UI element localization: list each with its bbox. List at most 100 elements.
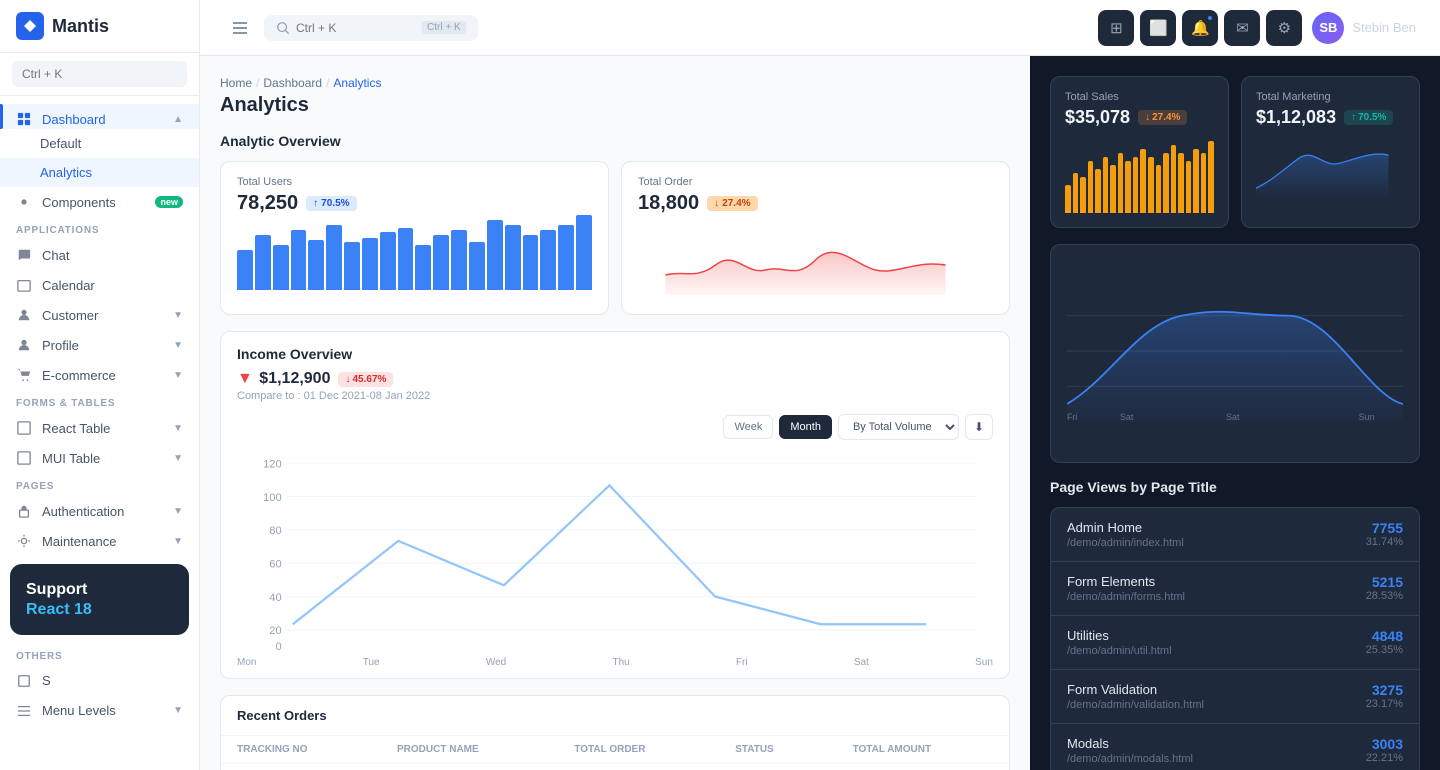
total-users-card: Total Users 78,250 ↑ 70.5% <box>220 161 609 315</box>
sidebar-item-maintenance[interactable]: Maintenance ▼ <box>0 526 199 556</box>
total-users-value: 78,250 ↑ 70.5% <box>237 192 592 215</box>
username: Stebin Ben <box>1352 20 1416 35</box>
bar <box>1065 185 1071 213</box>
download-btn[interactable]: ⬇ <box>965 414 993 440</box>
total-order-chart <box>638 215 993 295</box>
settings-icon-btn[interactable]: ⚙ <box>1266 10 1302 46</box>
table-row: #TN-001 Product A 120 Active $1,200 <box>221 764 1009 770</box>
sidebar-item-dashboard[interactable]: Dashboard ▲ <box>0 104 199 129</box>
bar <box>1088 161 1094 213</box>
mui-table-label: MUI Table <box>42 451 100 466</box>
sample-icon <box>16 673 32 689</box>
sidebar-nav: Dashboard ▲ Default Analytics Components… <box>0 96 199 770</box>
svg-text:20: 20 <box>269 625 281 637</box>
svg-text:80: 80 <box>269 525 281 537</box>
maintenance-chevron: ▼ <box>173 536 183 547</box>
search-input[interactable] <box>12 61 187 87</box>
bar <box>1080 177 1086 213</box>
col-tracking: TRACKING NO <box>221 736 381 764</box>
default-label: Default <box>40 136 81 151</box>
bar <box>433 235 449 290</box>
sidebar-item-sample[interactable]: S <box>0 666 199 696</box>
hamburger-button[interactable] <box>224 12 256 44</box>
sidebar-item-calendar[interactable]: Calendar <box>0 270 199 300</box>
sidebar-item-default[interactable]: Default <box>0 129 199 158</box>
bar <box>1110 165 1116 213</box>
pv-item-3: Form Validation /demo/admin/validation.h… <box>1051 670 1419 724</box>
income-compare: Compare to : 01 Dec 2021-08 Jan 2022 <box>237 390 993 402</box>
total-sales-badge: ↓ 27.4% <box>1138 110 1187 125</box>
bar <box>1125 161 1131 213</box>
total-sales-label: Total Sales <box>1065 91 1214 103</box>
sample-label: S <box>42 673 51 688</box>
user-menu[interactable]: SB Stebin Ben <box>1312 12 1416 44</box>
grid-icon-btn[interactable]: ⊞ <box>1098 10 1134 46</box>
svg-text:Sat: Sat <box>1120 412 1134 422</box>
sidebar-item-analytics[interactable]: Analytics <box>0 158 199 187</box>
bc-dashboard[interactable]: Dashboard <box>263 76 322 90</box>
sidebar-item-components[interactable]: Components new <box>0 187 199 217</box>
income-title: Income Overview <box>237 346 993 362</box>
bar <box>540 230 556 290</box>
sidebar-item-profile[interactable]: Profile ▼ <box>0 330 199 360</box>
sidebar-item-authentication[interactable]: Authentication ▼ <box>0 496 199 526</box>
components-icon <box>16 194 32 210</box>
bar <box>487 220 503 290</box>
recent-orders-title: Recent Orders <box>221 696 1009 736</box>
logo-icon <box>16 12 44 40</box>
recent-orders-card: Recent Orders TRACKING NO PRODUCT NAME T… <box>220 695 1010 770</box>
col-status: STATUS <box>719 736 836 764</box>
top-bar: Ctrl + K ⊞ ⬜ 🔔 ✉ ⚙ SB Stebin Ben <box>200 0 1440 56</box>
svg-text:Sat: Sat <box>1226 412 1240 422</box>
mail-icon-btn[interactable]: ✉ <box>1224 10 1260 46</box>
bc-home[interactable]: Home <box>220 76 252 90</box>
bar <box>326 225 342 290</box>
sidebar-item-ecommerce[interactable]: E-commerce ▼ <box>0 360 199 390</box>
bc-analytics: Analytics <box>333 76 381 90</box>
bar <box>398 228 414 290</box>
svg-text:60: 60 <box>269 559 281 571</box>
sidebar-item-chat[interactable]: Chat <box>0 240 199 270</box>
profile-label: Profile <box>42 338 79 353</box>
bar <box>362 238 378 290</box>
sidebar-item-react-table[interactable]: React Table ▼ <box>0 413 199 443</box>
components-badge: new <box>155 196 183 208</box>
customer-icon <box>16 307 32 323</box>
total-sales-value: $35,078 ↓ 27.4% <box>1065 107 1214 128</box>
support-highlight: React 18 <box>26 601 173 619</box>
mui-table-icon <box>16 450 32 466</box>
sidebar-item-mui-table[interactable]: MUI Table ▼ <box>0 443 199 473</box>
total-marketing-label: Total Marketing <box>1256 91 1405 103</box>
bell-icon-btn[interactable]: 🔔 <box>1182 10 1218 46</box>
dark-panel: Total Sales $35,078 ↓ 27.4% Total Market <box>1030 56 1440 770</box>
search-box: Ctrl + K <box>264 15 478 41</box>
bar <box>255 235 271 290</box>
col-total-order: TOTAL ORDER <box>558 736 719 764</box>
top-bar-right: ⊞ ⬜ 🔔 ✉ ⚙ SB Stebin Ben <box>1098 10 1416 46</box>
mui-table-chevron: ▼ <box>173 453 183 464</box>
chat-icon <box>16 247 32 263</box>
profile-chevron: ▼ <box>173 340 183 351</box>
total-users-chart <box>237 215 592 290</box>
support-banner[interactable]: Support React 18 <box>10 564 189 635</box>
volume-select[interactable]: By Total Volume <box>838 414 959 440</box>
svg-text:100: 100 <box>263 492 282 504</box>
support-title: Support <box>26 580 173 601</box>
sidebar-item-menu-levels[interactable]: Menu Levels ▼ <box>0 696 199 726</box>
pv-item-0: Admin Home /demo/admin/index.html 7755 3… <box>1051 508 1419 562</box>
week-btn[interactable]: Week <box>723 415 773 439</box>
breadcrumb: Home / Dashboard / Analytics <box>220 76 1010 90</box>
page-views-list: Admin Home /demo/admin/index.html 7755 3… <box>1051 508 1419 770</box>
bar <box>451 230 467 290</box>
total-marketing-chart <box>1256 128 1405 203</box>
monitor-icon-btn[interactable]: ⬜ <box>1140 10 1176 46</box>
svg-text:Fri: Fri <box>1067 412 1077 422</box>
forms-section-label: Forms & Tables <box>0 390 199 413</box>
apps-section-label: Applications <box>0 217 199 240</box>
sidebar-item-customer[interactable]: Customer ▼ <box>0 300 199 330</box>
month-btn[interactable]: Month <box>779 415 832 439</box>
global-search-input[interactable] <box>296 21 416 35</box>
maintenance-label: Maintenance <box>42 534 116 549</box>
total-sales-chart <box>1065 138 1214 213</box>
svg-text:40: 40 <box>269 592 281 604</box>
